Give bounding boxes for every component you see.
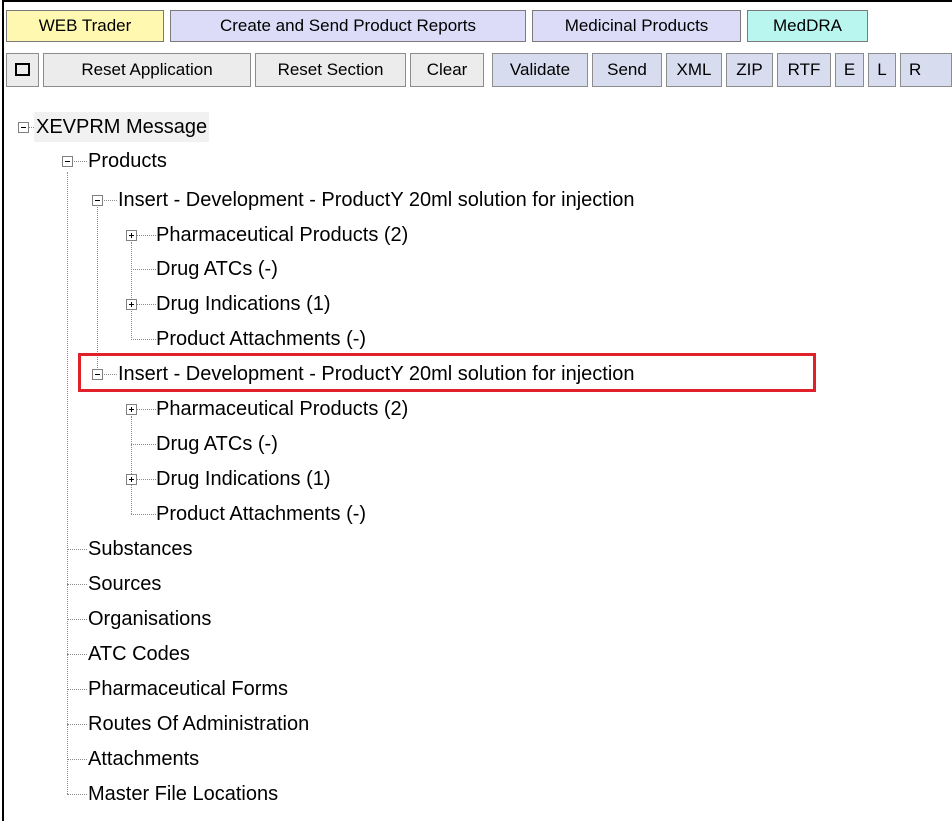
send-button[interactable]: Send: [592, 53, 662, 87]
tree-node-products[interactable]: Products: [88, 146, 167, 176]
tree-node-master-file-locations[interactable]: Master File Locations: [88, 779, 278, 809]
r-button[interactable]: R: [900, 53, 952, 87]
tree-panel: XEVPRM Message Products Insert - Develop…: [6, 97, 952, 821]
expand-icon[interactable]: [126, 404, 137, 415]
tree-node-sources[interactable]: Sources: [88, 569, 161, 599]
tree-line: [67, 724, 87, 725]
window-toggle-button[interactable]: [6, 53, 39, 87]
tree-line: [131, 416, 132, 514]
tree-node-attachments[interactable]: Attachments: [88, 744, 199, 774]
tree-node-substances[interactable]: Substances: [88, 534, 193, 564]
tree-node-atc-codes[interactable]: ATC Codes: [88, 639, 190, 669]
tab-create-send-product-reports[interactable]: Create and Send Product Reports: [170, 10, 526, 42]
message-tree: XEVPRM Message Products Insert - Develop…: [6, 97, 952, 821]
reset-application-button[interactable]: Reset Application: [43, 53, 251, 87]
tree-line: [67, 172, 68, 794]
tree-line: [67, 654, 87, 655]
xml-button[interactable]: XML: [666, 53, 722, 87]
tree-node-pharmaceutical-products[interactable]: Pharmaceutical Products (2): [156, 220, 408, 250]
square-window-icon: [15, 63, 30, 77]
collapse-icon[interactable]: [62, 156, 73, 167]
window-left-border: [2, 0, 4, 821]
tree-line: [67, 689, 87, 690]
tree-line: [131, 339, 156, 340]
tree-node-drug-indications[interactable]: Drug Indications (1): [156, 289, 331, 319]
tree-node-organisations[interactable]: Organisations: [88, 604, 211, 634]
tree-line: [131, 444, 156, 445]
tree-line: [67, 549, 87, 550]
l-button[interactable]: L: [868, 53, 896, 87]
tree-node-product-attachments[interactable]: Product Attachments (-): [156, 499, 366, 529]
expand-icon[interactable]: [126, 474, 137, 485]
zip-button[interactable]: ZIP: [726, 53, 773, 87]
e-button[interactable]: E: [835, 53, 864, 87]
window-top-border: [2, 0, 952, 2]
tab-web-trader[interactable]: WEB Trader: [6, 10, 164, 42]
tree-line: [131, 242, 132, 340]
rtf-button[interactable]: RTF: [777, 53, 831, 87]
tree-line: [67, 619, 87, 620]
tree-line: [131, 514, 156, 515]
tab-meddra[interactable]: MedDRA: [747, 10, 868, 42]
expand-icon[interactable]: [126, 230, 137, 241]
tree-node-drug-atcs[interactable]: Drug ATCs (-): [156, 429, 278, 459]
validate-button[interactable]: Validate: [492, 53, 588, 87]
clear-button[interactable]: Clear: [410, 53, 484, 87]
tree-line: [131, 269, 156, 270]
tree-root-xevprm-message[interactable]: XEVPRM Message: [34, 112, 210, 142]
collapse-icon[interactable]: [18, 122, 29, 133]
selection-highlight-box: [78, 353, 816, 392]
collapse-icon[interactable]: [92, 195, 103, 206]
tree-node-product-1[interactable]: Insert - Development - ProductY 20ml sol…: [118, 185, 635, 215]
tree-node-drug-indications[interactable]: Drug Indications (1): [156, 464, 331, 494]
tree-node-product-attachments[interactable]: Product Attachments (-): [156, 324, 366, 354]
tree-node-pharmaceutical-forms[interactable]: Pharmaceutical Forms: [88, 674, 288, 704]
tree-line: [97, 207, 98, 374]
tree-node-drug-atcs[interactable]: Drug ATCs (-): [156, 254, 278, 284]
tree-line: [67, 584, 87, 585]
tab-medicinal-products[interactable]: Medicinal Products: [532, 10, 741, 42]
reset-section-button[interactable]: Reset Section: [255, 53, 406, 87]
expand-icon[interactable]: [126, 299, 137, 310]
tree-node-routes-of-administration[interactable]: Routes Of Administration: [88, 709, 309, 739]
tree-line: [67, 759, 87, 760]
tree-line: [67, 794, 87, 795]
tree-node-pharmaceutical-products[interactable]: Pharmaceutical Products (2): [156, 394, 408, 424]
